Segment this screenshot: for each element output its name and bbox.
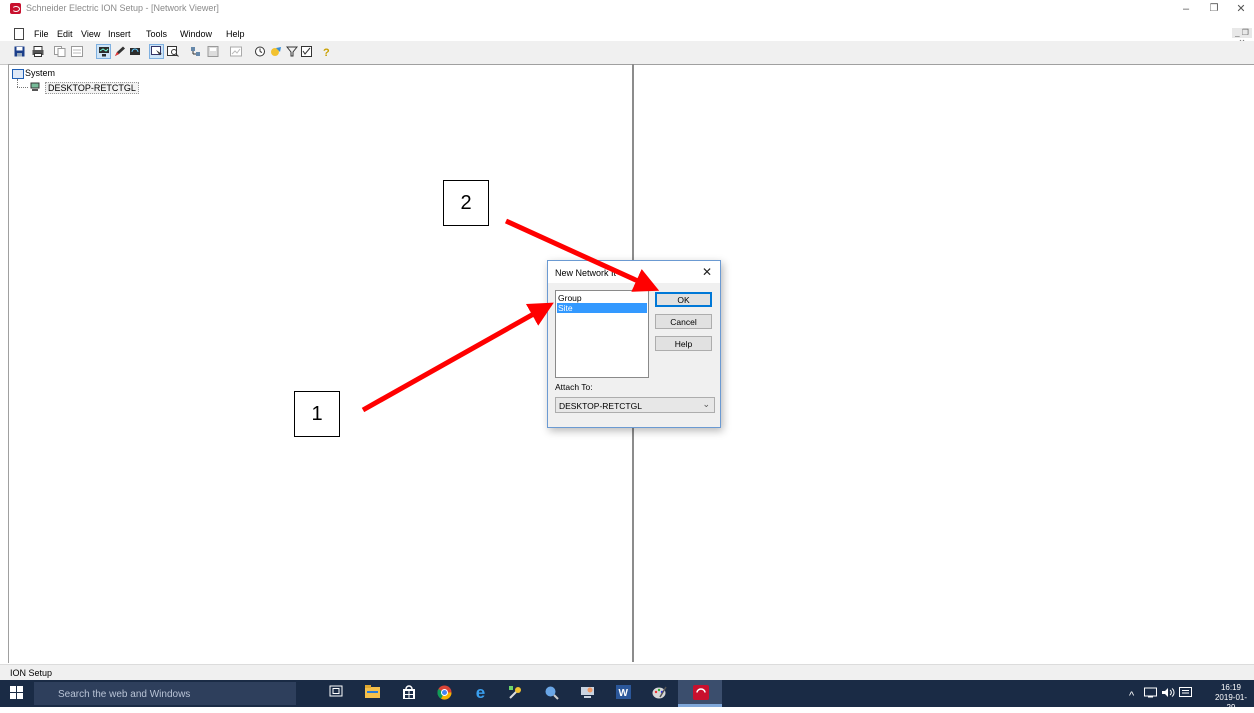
- menu-view[interactable]: View: [81, 29, 100, 39]
- document-icon[interactable]: [14, 28, 24, 40]
- menu-edit[interactable]: Edit: [57, 29, 73, 39]
- restore-button[interactable]: ❐: [1203, 2, 1225, 16]
- taskbar-clock[interactable]: 16:19 2019-01-29: [1211, 683, 1251, 713]
- copy-icon[interactable]: [53, 45, 66, 58]
- disk-icon[interactable]: [206, 45, 219, 58]
- chevron-down-icon: ⌄: [702, 399, 710, 409]
- chrome-icon[interactable]: [436, 685, 453, 701]
- menu-file[interactable]: File: [34, 29, 49, 39]
- refresh-icon[interactable]: [128, 45, 141, 58]
- mdi-window-controls[interactable]: _ ❐ ✕: [1232, 28, 1252, 47]
- network-app-icon[interactable]: [579, 685, 596, 701]
- attach-to-value: DESKTOP-RETCTGL: [559, 401, 642, 411]
- network-tray-icon[interactable]: [1143, 686, 1157, 702]
- schneider-logo-icon: [10, 3, 21, 14]
- file-explorer-icon[interactable]: [364, 685, 381, 701]
- edit-icon[interactable]: [113, 45, 126, 58]
- network-icon[interactable]: [96, 44, 111, 59]
- tree-item-desktop[interactable]: DESKTOP-RETCTGL: [45, 82, 139, 94]
- minimize-button[interactable]: –: [1175, 2, 1197, 16]
- computer-icon: [30, 82, 40, 91]
- ion-setup-icon[interactable]: [692, 685, 709, 701]
- properties-icon[interactable]: [70, 45, 83, 58]
- tree-item-system[interactable]: System: [25, 68, 55, 78]
- help-button[interactable]: Help: [655, 336, 712, 351]
- wizard-icon[interactable]: [189, 45, 202, 58]
- callout-box-2: 2: [443, 180, 489, 226]
- clock-date: 2019-01-29: [1214, 693, 1248, 712]
- log-icon[interactable]: [229, 45, 242, 58]
- menu-help[interactable]: Help: [226, 29, 245, 39]
- item-type-list[interactable]: Group Site: [555, 290, 649, 378]
- notification-tray-icon[interactable]: [1178, 686, 1192, 702]
- tree-connector: [17, 87, 28, 88]
- preview-icon[interactable]: [166, 45, 179, 58]
- menu-window[interactable]: Window: [180, 29, 212, 39]
- store-icon[interactable]: [400, 685, 417, 701]
- task-view-icon[interactable]: [327, 685, 344, 701]
- save-icon[interactable]: [13, 45, 26, 58]
- clock-icon[interactable]: [253, 45, 266, 58]
- volume-tray-icon[interactable]: [1160, 686, 1175, 702]
- checkbox-icon[interactable]: [300, 45, 313, 58]
- svg-text:W: W: [619, 688, 629, 699]
- tool-app-icon[interactable]: [507, 685, 524, 701]
- dialog-title: New Network It: [555, 268, 617, 278]
- callout-box-1: 1: [294, 391, 340, 437]
- system-tree-icon: [12, 69, 24, 79]
- list-item-group[interactable]: Group: [557, 293, 647, 303]
- word-icon[interactable]: W: [615, 685, 632, 701]
- edge-icon[interactable]: e: [472, 684, 489, 701]
- attach-to-dropdown[interactable]: DESKTOP-RETCTGL ⌄: [555, 397, 715, 413]
- tool-icon[interactable]: [269, 45, 282, 58]
- window-title: Schneider Electric ION Setup - [Network …: [26, 3, 219, 13]
- list-item-site[interactable]: Site: [557, 303, 647, 313]
- paint-icon[interactable]: [651, 685, 668, 701]
- dialog-close-icon[interactable]: ✕: [698, 264, 716, 280]
- windows-start-icon[interactable]: [10, 686, 24, 700]
- tray-expand-icon[interactable]: ^: [1129, 690, 1134, 702]
- menu-insert[interactable]: Insert: [108, 29, 131, 39]
- menu-tools[interactable]: Tools: [146, 29, 167, 39]
- tree-connector: [17, 79, 18, 87]
- select-icon[interactable]: [149, 44, 164, 59]
- search-placeholder: Search the web and Windows: [58, 689, 191, 700]
- filter-icon[interactable]: [285, 45, 298, 58]
- sql-icon[interactable]: [543, 685, 560, 701]
- ok-button[interactable]: OK: [655, 292, 712, 307]
- svg-text:?: ?: [323, 47, 330, 57]
- attach-to-label: Attach To:: [555, 382, 593, 392]
- print-icon[interactable]: [31, 45, 44, 58]
- help-icon[interactable]: ?: [320, 45, 333, 58]
- clock-time: 16:19: [1220, 683, 1242, 692]
- status-text: ION Setup: [10, 668, 53, 678]
- new-network-item-dialog: New Network It ✕ Group Site OK Cancel He…: [547, 260, 721, 428]
- status-bar: [0, 664, 1254, 681]
- cancel-button[interactable]: Cancel: [655, 314, 712, 329]
- close-button[interactable]: ✕: [1230, 2, 1252, 16]
